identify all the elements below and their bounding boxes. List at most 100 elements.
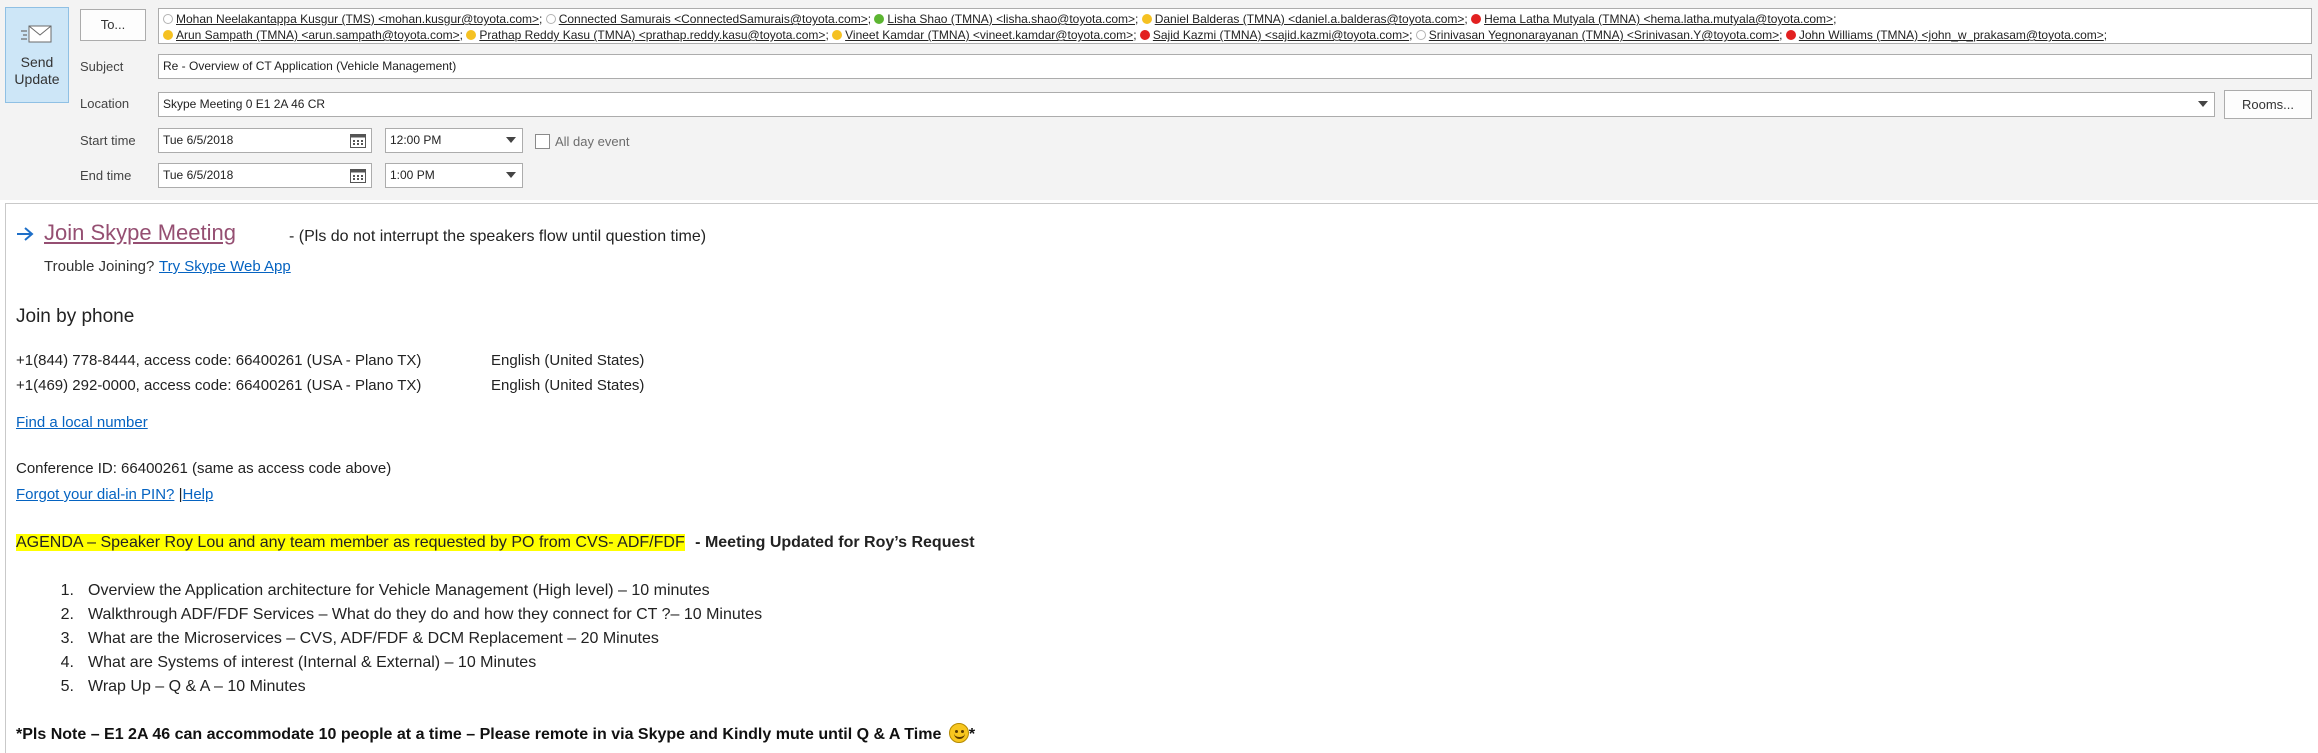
start-date-input[interactable]: Tue 6/5/2018 <box>158 128 372 153</box>
phone-language-2: English (United States) <box>491 377 645 394</box>
recipient-name[interactable]: Lisha Shao (TMNA) <lisha.shao@toyota.com… <box>887 12 1135 26</box>
recipient-separator: ; <box>1464 12 1472 26</box>
agenda-item-text: Wrap Up – Q & A – 10 Minutes <box>88 678 306 695</box>
subject-label: Subject <box>80 59 124 74</box>
agenda-heading: AGENDA – Speaker Roy Lou and any team me… <box>16 534 975 552</box>
presence-red-icon <box>1139 30 1150 40</box>
recipient-name[interactable]: Arun Sampath (TMNA) <arun.sampath@toyota… <box>176 28 460 42</box>
meeting-form-header: Send Update To... Mohan Neelakantappa Ku… <box>0 0 2318 200</box>
presence-offline-icon <box>163 14 173 24</box>
start-time-select[interactable]: 12:00 PM <box>385 128 523 153</box>
recipient-separator: ; <box>867 12 875 26</box>
arrow-right-icon <box>17 227 34 241</box>
help-link[interactable]: Help <box>182 486 213 503</box>
skype-web-app-link[interactable]: Try Skype Web App <box>159 258 291 275</box>
agenda-item-number: 5. <box>60 678 74 695</box>
agenda-item-text: What are the Microservices – CVS, ADF/FD… <box>88 630 659 647</box>
subject-input[interactable]: Re - Overview of CT Application (Vehicle… <box>158 54 2312 79</box>
recipient-separator: ; <box>459 28 467 42</box>
location-label: Location <box>80 96 130 111</box>
start-time-label: Start time <box>80 133 136 148</box>
note-text: *Pls Note – E1 2A 46 can accommodate 10 … <box>16 726 942 743</box>
recipient-name[interactable]: Daniel Balderas (TMNA) <daniel.a.baldera… <box>1155 12 1465 26</box>
location-input[interactable]: Skype Meeting 0 E1 2A 46 CR <box>158 92 2215 117</box>
presence-red-icon <box>1785 30 1796 40</box>
recipient-name[interactable]: Connected Samurais <ConnectedSamurais@to… <box>559 12 868 26</box>
end-time-select[interactable]: 1:00 PM <box>385 163 523 188</box>
to-recipients-field[interactable]: Mohan Neelakantappa Kusgur (TMS) <mohan.… <box>158 8 2312 44</box>
location-dropdown-icon[interactable] <box>2198 101 2208 107</box>
recipient-separator: ; <box>1409 28 1416 42</box>
presence-green-icon <box>874 14 885 24</box>
trouble-joining-text: Trouble Joining? <box>44 258 155 275</box>
recipient-separator: ; <box>1833 12 1837 26</box>
recipient-name[interactable]: John Williams (TMNA) <john_w_prakasam@to… <box>1799 28 2104 42</box>
end-date-value: Tue 6/5/2018 <box>163 168 234 182</box>
join-by-phone-heading: Join by phone <box>16 306 135 327</box>
start-calendar-icon[interactable] <box>350 133 366 148</box>
meeting-body[interactable]: Join Skype Meeting - (Pls do not interru… <box>5 203 2318 753</box>
presence-yellow-icon <box>466 30 477 40</box>
recipient-separator: ; <box>1133 28 1140 42</box>
end-time-dropdown-icon[interactable] <box>506 172 516 178</box>
smiley-mouth <box>953 733 965 739</box>
agenda-highlight: AGENDA – Speaker Roy Lou and any team me… <box>16 534 685 551</box>
join-skype-meeting-link[interactable]: Join Skype Meeting <box>44 220 236 246</box>
send-update-button[interactable]: Send Update <box>5 7 69 103</box>
recipient-separator: ; <box>2103 28 2108 42</box>
recipient-name[interactable]: Mohan Neelakantappa Kusgur (TMS) <mohan.… <box>176 12 539 26</box>
room-capacity-note: *Pls Note – E1 2A 46 can accommodate 10 … <box>16 723 975 744</box>
presence-yellow-icon <box>832 30 843 40</box>
recipient-name[interactable]: Srinivasan Yegnonarayanan (TMNA) <Sriniv… <box>1429 28 1779 42</box>
to-button[interactable]: To... <box>80 9 146 41</box>
agenda-item-number: 1. <box>60 582 74 599</box>
phone-number-2: +1(469) 292-0000, access code: 66400261 … <box>16 377 422 394</box>
phone-number-1: +1(844) 778-8444, access code: 66400261 … <box>16 352 422 369</box>
presence-yellow-icon <box>1141 14 1152 24</box>
join-note: - (Pls do not interrupt the speakers flo… <box>289 228 707 245</box>
recipient-name[interactable]: Hema Latha Mutyala (TMNA) <hema.latha.mu… <box>1484 12 1833 26</box>
forgot-pin-wrapper: Forgot your dial-in PIN? |Help <box>16 486 213 503</box>
start-time-value: 12:00 PM <box>390 133 442 147</box>
conference-id: Conference ID: 66400261 (same as access … <box>16 460 392 477</box>
send-label-line2: Update <box>14 71 60 87</box>
end-time-value: 1:00 PM <box>390 168 435 182</box>
agenda-update-note: - Meeting Updated for Roy’s Request <box>690 534 975 551</box>
forgot-pin-link[interactable]: Forgot your dial-in PIN? <box>16 486 174 503</box>
presence-red-icon <box>1471 14 1482 24</box>
presence-yellow-icon <box>163 30 173 40</box>
all-day-checkbox[interactable] <box>535 134 550 149</box>
end-calendar-icon[interactable] <box>350 168 366 183</box>
end-time-label: End time <box>80 168 132 183</box>
agenda-item-text: Overview the Application architecture fo… <box>88 582 710 599</box>
subject-value: Re - Overview of CT Application (Vehicle… <box>163 59 457 73</box>
send-update-icon <box>21 25 52 43</box>
note-end: * <box>968 726 976 743</box>
agenda-item-number: 4. <box>60 654 74 671</box>
end-date-input[interactable]: Tue 6/5/2018 <box>158 163 372 188</box>
recipient-name[interactable]: Prathap Reddy Kasu (TMNA) <prathap.reddy… <box>479 28 825 42</box>
recipients-line-2: Arun Sampath (TMNA) <arun.sampath@toyota… <box>163 27 2307 43</box>
all-day-label: All day event <box>555 134 630 149</box>
send-label-line1: Send <box>20 54 54 70</box>
recipient-name[interactable]: Vineet Kamdar (TMNA) <vineet.kamdar@toyo… <box>845 28 1133 42</box>
rooms-button[interactable]: Rooms... <box>2224 90 2312 119</box>
recipients-line-1: Mohan Neelakantappa Kusgur (TMS) <mohan.… <box>163 11 2307 27</box>
find-local-number-link[interactable]: Find a local number <box>16 414 148 431</box>
recipient-separator: ; <box>825 28 833 42</box>
smiley-icon <box>948 723 969 743</box>
presence-offline-icon <box>545 14 556 24</box>
recipient-separator: ; <box>1135 12 1142 26</box>
agenda-item-number: 3. <box>60 630 74 647</box>
start-time-dropdown-icon[interactable] <box>506 137 516 143</box>
agenda-item-number: 2. <box>60 606 74 623</box>
recipient-separator: ; <box>1779 28 1786 42</box>
recipient-separator: ; <box>539 12 546 26</box>
presence-offline-icon <box>1415 30 1426 40</box>
agenda-item-text: Walkthrough ADF/FDF Services – What do t… <box>88 606 763 623</box>
agenda-item-text: What are Systems of interest (Internal &… <box>88 654 537 671</box>
recipient-name[interactable]: Sajid Kazmi (TMNA) <sajid.kazmi@toyota.c… <box>1153 28 1409 42</box>
phone-language-1: English (United States) <box>491 352 645 369</box>
start-date-value: Tue 6/5/2018 <box>163 133 234 147</box>
location-value: Skype Meeting 0 E1 2A 46 CR <box>163 97 326 111</box>
